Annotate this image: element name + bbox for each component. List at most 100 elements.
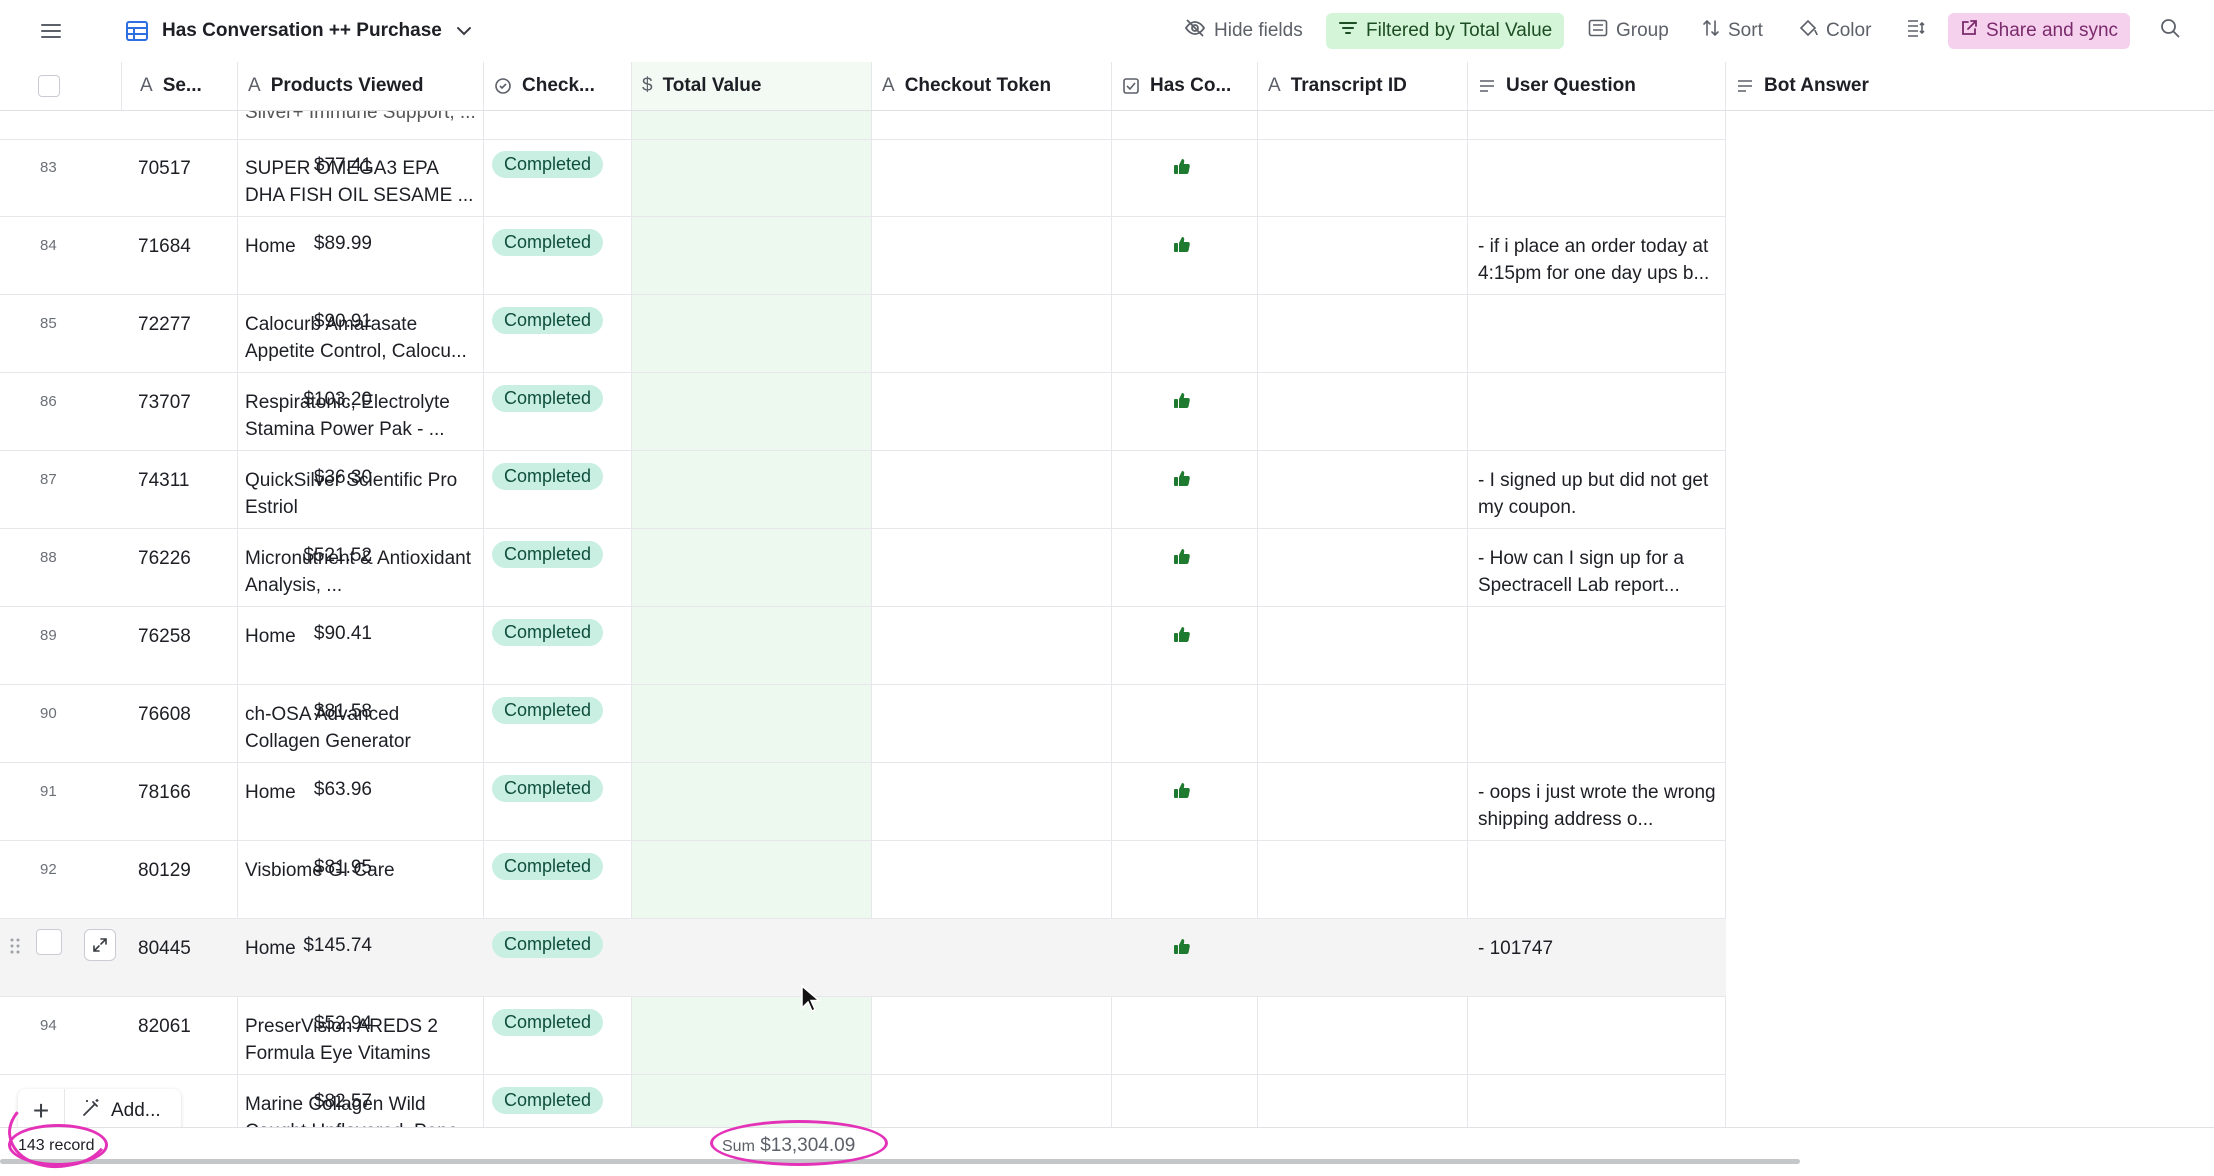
column-header-bot-answer-label: Bot Answer (1764, 75, 1869, 96)
thumbs-up-icon[interactable] (1173, 391, 1191, 414)
column-header-checkout[interactable]: Check... (484, 62, 632, 110)
column-header-seq-label: Se... (162, 75, 202, 96)
status-badge[interactable]: Completed (492, 541, 604, 568)
total-value-cell[interactable]: $81.95 (314, 857, 372, 879)
table-row[interactable]: 89 76258 Home Completed $90.41 (0, 607, 1726, 685)
status-badge[interactable]: Completed (492, 151, 604, 178)
seq-cell[interactable]: 80129 (138, 857, 191, 884)
seq-cell[interactable]: 73707 (138, 389, 191, 416)
text-field-icon: A (140, 75, 153, 96)
table-row-partial[interactable]: Silver+ Immune Support, ... (0, 111, 1726, 140)
table-row[interactable]: Marine Collagen Wild Caught Unflavored, … (0, 1075, 1726, 1127)
table-row[interactable]: 94 82061 PreserVision AREDS 2 Formula Eye … (0, 997, 1726, 1075)
thumbs-up-icon[interactable] (1173, 625, 1191, 648)
seq-cell[interactable]: 78166 (138, 779, 191, 806)
thumbs-up-icon[interactable] (1173, 547, 1191, 570)
expand-record-icon[interactable] (84, 929, 116, 961)
total-value-cell[interactable]: $63.96 (314, 779, 372, 801)
column-header-bot-answer[interactable]: Bot Answer (1726, 62, 2214, 110)
status-badge[interactable]: Completed (492, 463, 604, 490)
seq-cell[interactable]: 70517 (138, 155, 191, 182)
total-value-cell[interactable]: $90.41 (314, 623, 372, 645)
user-question-cell[interactable]: - How can I sign up for a Spectracell La… (1478, 545, 1718, 599)
total-value-cell[interactable]: $81.58 (314, 701, 372, 723)
color-button[interactable]: Color (1786, 13, 1883, 49)
seq-cell[interactable]: 74311 (138, 467, 189, 494)
status-badge[interactable]: Completed (492, 307, 604, 334)
filter-icon (1338, 20, 1358, 42)
column-header-token[interactable]: A Checkout Token (872, 62, 1112, 110)
table-row[interactable]: 90 76608 ch-OSA Advanced Collagen Generato… (0, 685, 1726, 763)
status-badge[interactable]: Completed (492, 1087, 604, 1114)
thumbs-up-icon[interactable] (1173, 937, 1191, 960)
status-badge[interactable]: Completed (492, 931, 604, 958)
total-value-cell[interactable]: $52.94 (314, 1013, 372, 1035)
hide-fields-button[interactable]: Hide fields (1172, 13, 1315, 49)
seq-cell[interactable]: 80445 (138, 935, 191, 962)
column-header-user-question[interactable]: User Question (1468, 62, 1726, 110)
group-button[interactable]: Group (1576, 13, 1681, 49)
table-row[interactable]: 85 72277 Calocurb Amarasate Appetite Contr… (0, 295, 1726, 373)
status-badge[interactable]: Completed (492, 619, 604, 646)
table-row[interactable]: 80445 Home Completed $145.74- 101747 (0, 919, 1726, 997)
row-select-checkbox[interactable] (36, 929, 62, 955)
column-header-total[interactable]: $ Total Value (632, 62, 872, 110)
table-row[interactable]: 83 70517 SUPER OMEGA3 EPA DHA FISH OIL SES… (0, 139, 1726, 217)
thumbs-up-icon[interactable] (1173, 781, 1191, 804)
status-badge[interactable]: Completed (492, 1009, 604, 1036)
seq-cell[interactable]: 76258 (138, 623, 191, 650)
total-value-cell[interactable]: $77.41 (314, 155, 372, 177)
row-height-button[interactable] (1900, 13, 1932, 49)
seq-cell[interactable]: 82061 (138, 1013, 191, 1040)
user-question-cell[interactable]: - oops i just wrote the wrong shipping a… (1478, 779, 1718, 833)
row-number: 89 (40, 627, 57, 644)
table-row[interactable]: 92 80129 Visbiome GI Care Completed $81.95 (0, 841, 1726, 919)
user-question-cell[interactable]: - if i place an order today at 4:15pm fo… (1478, 233, 1718, 287)
filter-label: Filtered by Total Value (1366, 20, 1553, 41)
table-row[interactable]: 86 73707 Respiratonic, Electrolyte Stamina… (0, 373, 1726, 451)
total-value-cell[interactable]: $521.52 (303, 545, 372, 567)
column-header-transcript[interactable]: A Transcript ID (1258, 62, 1468, 110)
total-value-cell[interactable]: $82.57 (314, 1091, 372, 1113)
column-header-hasco[interactable]: Has Co... (1112, 62, 1258, 110)
table-row[interactable]: 87 74311 QuickSilver Scientific Pro Estrio… (0, 451, 1726, 529)
seq-cell[interactable]: 71684 (138, 233, 191, 260)
status-badge[interactable]: Completed (492, 775, 604, 802)
status-badge[interactable]: Completed (492, 697, 604, 724)
total-value-cell[interactable]: $103.20 (303, 389, 372, 411)
thumbs-up-icon[interactable] (1173, 235, 1191, 258)
total-value-cell[interactable]: $36.30 (314, 467, 372, 489)
column-header-hasco-label: Has Co... (1150, 75, 1232, 96)
column-header-seq[interactable]: A Se... (122, 62, 238, 110)
horizontal-scrollbar[interactable] (0, 1159, 1800, 1164)
thumbs-up-icon[interactable] (1173, 157, 1191, 180)
records-grid: Silver+ Immune Support, ... 83 70517 SUPER… (0, 111, 2214, 1127)
seq-cell[interactable]: 76226 (138, 545, 191, 572)
user-question-cell[interactable]: - I signed up but did not get my coupon. (1478, 467, 1718, 521)
select-all-checkbox[interactable] (38, 75, 60, 97)
total-value-cell[interactable]: $89.99 (314, 233, 372, 255)
drag-handle-icon[interactable] (10, 938, 20, 959)
select-all-cell (0, 62, 122, 110)
status-badge[interactable]: Completed (492, 853, 604, 880)
filter-button[interactable]: Filtered by Total Value (1326, 13, 1565, 49)
sort-button[interactable]: Sort (1690, 13, 1775, 49)
table-row[interactable]: 91 78166 Home Completed $63.96- oops i just … (0, 763, 1726, 841)
seq-cell[interactable]: 72277 (138, 311, 191, 338)
column-header-products[interactable]: A Products Viewed (238, 62, 484, 110)
status-badge[interactable]: Completed (492, 229, 604, 256)
total-value-cell[interactable]: $90.91 (314, 311, 372, 333)
seq-cell[interactable]: 76608 (138, 701, 191, 728)
search-button[interactable] (2154, 13, 2186, 49)
row-number: 87 (40, 471, 57, 488)
checkbox-field-icon (1122, 77, 1140, 95)
share-and-sync-button[interactable]: Share and sync (1948, 13, 2131, 49)
column-header-checkout-label: Check... (522, 75, 595, 96)
paint-bucket-icon (1798, 18, 1818, 44)
table-row[interactable]: 88 76226 Micronutrient & Antioxidant Analy… (0, 529, 1726, 607)
user-question-cell[interactable]: - 101747 (1478, 935, 1718, 962)
status-badge[interactable]: Completed (492, 385, 604, 412)
table-row[interactable]: 84 71684 Home Completed $89.99- if i place a… (0, 217, 1726, 295)
thumbs-up-icon[interactable] (1173, 469, 1191, 492)
total-value-cell[interactable]: $145.74 (303, 935, 372, 957)
